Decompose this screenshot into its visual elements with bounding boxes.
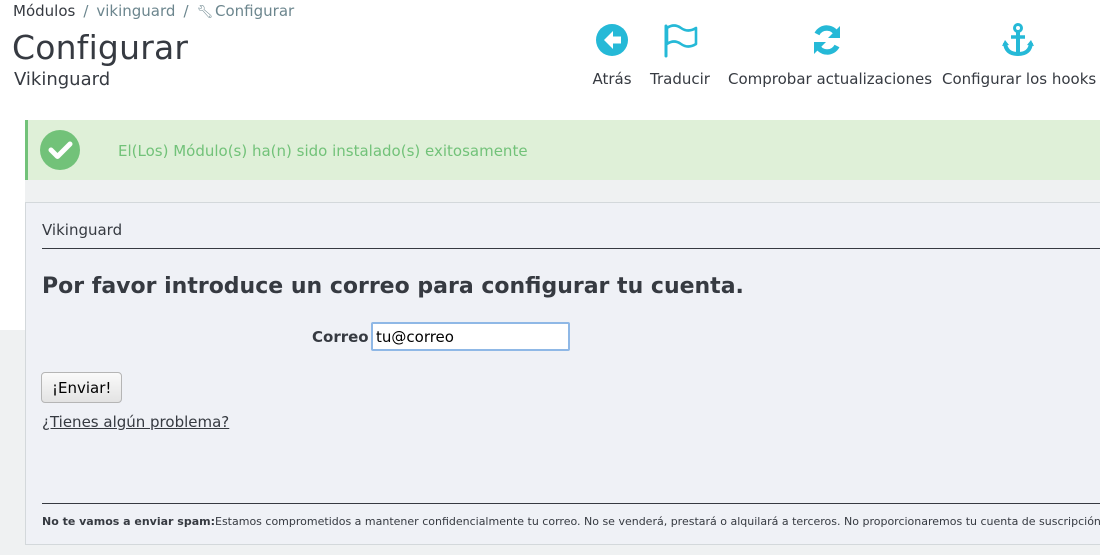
breadcrumb-item-vikinguard[interactable]: vikinguard [96, 2, 175, 20]
configure-hooks-button-label: Configurar los hooks [942, 70, 1097, 88]
email-label: Correo [312, 328, 369, 346]
breadcrumb-separator: / [83, 2, 89, 20]
panel-question: Por favor introduce un correo para confi… [42, 274, 744, 299]
configure-hooks-button[interactable]: Configurar los hooks [942, 22, 1097, 92]
arrow-left-circle-icon [596, 24, 628, 56]
check-updates-button[interactable]: Comprobar actualizaciones [728, 22, 933, 92]
config-panel: Vikinguard Por favor introduce un correo… [25, 202, 1100, 545]
success-alert-message: El(Los) Módulo(s) ha(n) sido instalado(s… [118, 142, 528, 160]
breadcrumb-separator: / [183, 2, 189, 20]
divider [42, 503, 1100, 504]
page-header: Módulos / vikinguard / 🔧︎ Configurar Configur… [0, 0, 1100, 120]
success-check-icon [40, 130, 80, 170]
back-button[interactable]: Atrás [590, 22, 634, 92]
flag-icon [664, 24, 698, 58]
spam-notice-bold: No te vamos a enviar spam: [42, 515, 215, 528]
translate-button[interactable]: Traducir [648, 22, 712, 92]
sidebar-strip [0, 120, 25, 330]
wrench-icon: 🔧︎ [196, 5, 214, 20]
spam-notice: No te vamos a enviar spam:Estamos compro… [42, 515, 1100, 528]
translate-button-label: Traducir [650, 70, 710, 88]
check-updates-button-label: Comprobar actualizaciones [728, 70, 933, 88]
divider [42, 248, 1100, 249]
breadcrumb: Módulos / vikinguard / 🔧︎ Configurar [13, 2, 294, 20]
back-button-label: Atrás [592, 70, 632, 88]
breadcrumb-item-modules[interactable]: Módulos [13, 2, 75, 20]
help-link[interactable]: ¿Tienes algún problema? [42, 413, 229, 431]
email-field[interactable] [371, 322, 570, 351]
breadcrumb-item-configure: Configurar [215, 2, 295, 20]
success-alert: El(Los) Módulo(s) ha(n) sido instalado(s… [25, 120, 1100, 180]
refresh-icon [814, 25, 840, 55]
spam-notice-text: Estamos comprometidos a mantener confide… [215, 515, 1100, 528]
submit-button[interactable]: ¡Enviar! [41, 372, 123, 403]
page-title: Configurar [12, 28, 189, 67]
page-subtitle: Vikinguard [14, 69, 111, 90]
panel-heading: Vikinguard [42, 221, 123, 239]
anchor-icon [1002, 23, 1034, 57]
